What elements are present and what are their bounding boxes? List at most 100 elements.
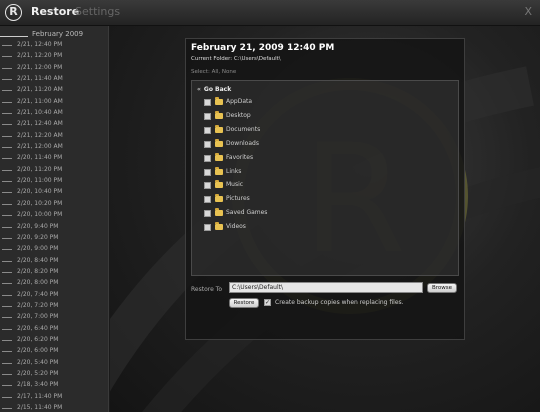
- timeline-tick: [2, 237, 12, 239]
- timeline-entry[interactable]: 2/20, 10:40 PM: [0, 187, 108, 198]
- timeline-entry[interactable]: 2/20, 11:20 PM: [0, 165, 108, 176]
- current-folder: Current Folder: C:\Users\Default\: [191, 56, 281, 62]
- checkbox-icon[interactable]: [204, 168, 211, 176]
- folder-icon: [215, 166, 223, 175]
- folder-icon: [215, 110, 223, 119]
- timeline-entry[interactable]: 2/20, 8:00 PM: [0, 278, 108, 289]
- timeline-entry[interactable]: 2/20, 6:40 PM: [0, 324, 108, 335]
- restore-button[interactable]: Restore: [229, 298, 259, 308]
- tab-settings[interactable]: Settings: [75, 5, 120, 18]
- timeline-tick: [2, 203, 12, 205]
- timeline-entry[interactable]: 2/20, 5:40 PM: [0, 358, 108, 369]
- timeline-entry[interactable]: 2/21, 11:20 AM: [0, 85, 108, 96]
- timeline-tick: [2, 283, 12, 285]
- checkbox-icon[interactable]: [204, 196, 211, 204]
- folder-label: Links: [226, 167, 242, 175]
- checkbox-icon[interactable]: [204, 154, 211, 162]
- timeline-entry[interactable]: 2/21, 11:40 AM: [0, 74, 108, 85]
- folder-item[interactable]: Videos: [204, 222, 404, 234]
- go-back-link[interactable]: «Go Back: [197, 86, 231, 93]
- timeline-entry[interactable]: 2/20, 8:40 PM: [0, 256, 108, 267]
- timeline-entry[interactable]: 2/20, 11:40 PM: [0, 153, 108, 164]
- back-arrow-icon: «: [197, 86, 201, 93]
- timeline-entry[interactable]: 2/20, 11:00 PM: [0, 176, 108, 187]
- folder-item[interactable]: Favorites: [204, 152, 404, 165]
- timeline-entry[interactable]: 2/20, 5:20 PM: [0, 369, 108, 380]
- timeline-entry[interactable]: 2/20, 9:20 PM: [0, 233, 108, 244]
- browse-button[interactable]: Browse: [427, 283, 457, 293]
- timeline-entry-label: 2/20, 6:00 PM: [17, 347, 59, 355]
- timeline-tick: [2, 271, 12, 273]
- timeline-tick: [2, 249, 12, 251]
- timeline-entry[interactable]: 2/20, 10:20 PM: [0, 199, 108, 210]
- timeline-entry-label: 2/20, 11:40 PM: [17, 154, 63, 162]
- timeline-entry[interactable]: 2/20, 9:40 PM: [0, 222, 108, 233]
- folder-item[interactable]: AppData: [204, 97, 404, 109]
- timeline-entry[interactable]: 2/21, 12:00 AM: [0, 142, 108, 153]
- timeline-entry-label: 2/20, 10:40 PM: [17, 188, 63, 196]
- restore-to-input[interactable]: C:\Users\Default\: [229, 282, 423, 293]
- timeline-entry[interactable]: 2/15, 11:40 PM: [0, 403, 108, 412]
- timeline-tick: [2, 362, 12, 364]
- tab-restore[interactable]: Restore: [31, 5, 79, 18]
- timeline-entry[interactable]: 2/20, 10:00 PM: [0, 210, 108, 221]
- timeline-tick: [2, 192, 12, 194]
- timeline-entry[interactable]: 2/21, 12:40 AM: [0, 119, 108, 130]
- timeline-entry[interactable]: 2/18, 3:40 PM: [0, 380, 108, 391]
- timeline-tick: [2, 408, 12, 409]
- timeline-tick: [2, 147, 12, 149]
- timeline-entry[interactable]: 2/20, 7:20 PM: [0, 301, 108, 312]
- timeline-entry[interactable]: 2/20, 7:40 PM: [0, 290, 108, 301]
- timeline-tick: [2, 113, 12, 115]
- timeline-entry-label: 2/21, 12:20 PM: [17, 52, 63, 60]
- timeline-entry[interactable]: 2/17, 11:40 PM: [0, 392, 108, 403]
- folder-label: Downloads: [226, 139, 259, 147]
- folder-item[interactable]: Downloads: [204, 138, 404, 151]
- restore-dialog: February 21, 2009 12:40 PM Current Folde…: [185, 38, 465, 340]
- timeline-entry[interactable]: 2/20, 7:00 PM: [0, 312, 108, 323]
- timeline-entry[interactable]: 2/21, 12:00 PM: [0, 63, 108, 74]
- close-button[interactable]: X: [524, 5, 532, 18]
- checkbox-icon[interactable]: [204, 112, 211, 120]
- main-area: R February 21, 2009 12:40 PM Current Fol…: [110, 26, 540, 412]
- folder-item[interactable]: Saved Games: [204, 208, 404, 220]
- timeline-entry[interactable]: 2/21, 10:40 AM: [0, 108, 108, 119]
- timeline-entry[interactable]: 2/20, 6:00 PM: [0, 346, 108, 357]
- folder-icon: [215, 97, 223, 105]
- checkbox-icon[interactable]: [204, 126, 211, 134]
- folder-item[interactable]: Links: [204, 166, 404, 179]
- timeline-tick: [2, 305, 12, 307]
- folder-icon: [215, 180, 223, 189]
- checkbox-icon[interactable]: [204, 182, 211, 190]
- timeline-tick: [2, 215, 12, 217]
- select-all-none[interactable]: Select: All, None: [191, 69, 236, 75]
- timeline-entry[interactable]: 2/20, 6:20 PM: [0, 335, 108, 346]
- folder-item[interactable]: Documents: [204, 124, 404, 137]
- folder-item[interactable]: Pictures: [204, 194, 404, 206]
- timeline-sidebar[interactable]: February 2009 2/21, 12:40 PM 2/21, 12:20 …: [0, 26, 109, 412]
- folder-label: AppData: [226, 98, 253, 105]
- timeline-entry[interactable]: 2/21, 12:40 PM: [0, 40, 108, 51]
- timeline-entry[interactable]: 2/21, 12:20 PM: [0, 51, 108, 62]
- month-line: [0, 36, 28, 37]
- folder-item[interactable]: Desktop: [204, 110, 404, 123]
- folder-label: Videos: [226, 223, 246, 231]
- backup-checkbox[interactable]: ✓: [264, 299, 271, 306]
- timeline-entry[interactable]: 2/21, 12:20 AM: [0, 131, 108, 142]
- timeline-entry-label: 2/20, 9:40 PM: [17, 222, 59, 230]
- checkbox-icon[interactable]: [204, 224, 211, 232]
- checkbox-icon[interactable]: [204, 99, 211, 106]
- go-back-label: Go Back: [203, 86, 232, 93]
- timeline-entry[interactable]: 2/20, 8:20 PM: [0, 267, 108, 278]
- backup-label: Create backup copies when replacing file…: [275, 299, 404, 306]
- folder-tree: «Go Back AppData Desktop Documents Download…: [191, 80, 459, 276]
- folder-item[interactable]: Music: [204, 180, 404, 192]
- timeline-entry[interactable]: 2/20, 9:00 PM: [0, 244, 108, 255]
- timeline-entry[interactable]: 2/21, 11:00 AM: [0, 97, 108, 108]
- checkbox-icon[interactable]: [204, 210, 211, 218]
- timeline-entry-label: 2/20, 7:00 PM: [17, 313, 59, 321]
- timeline-entry-label: 2/20, 11:00 PM: [17, 177, 63, 185]
- timeline-entry-label: 2/20, 11:20 PM: [17, 165, 63, 173]
- folder-icon: [215, 222, 223, 231]
- checkbox-icon[interactable]: [204, 140, 211, 148]
